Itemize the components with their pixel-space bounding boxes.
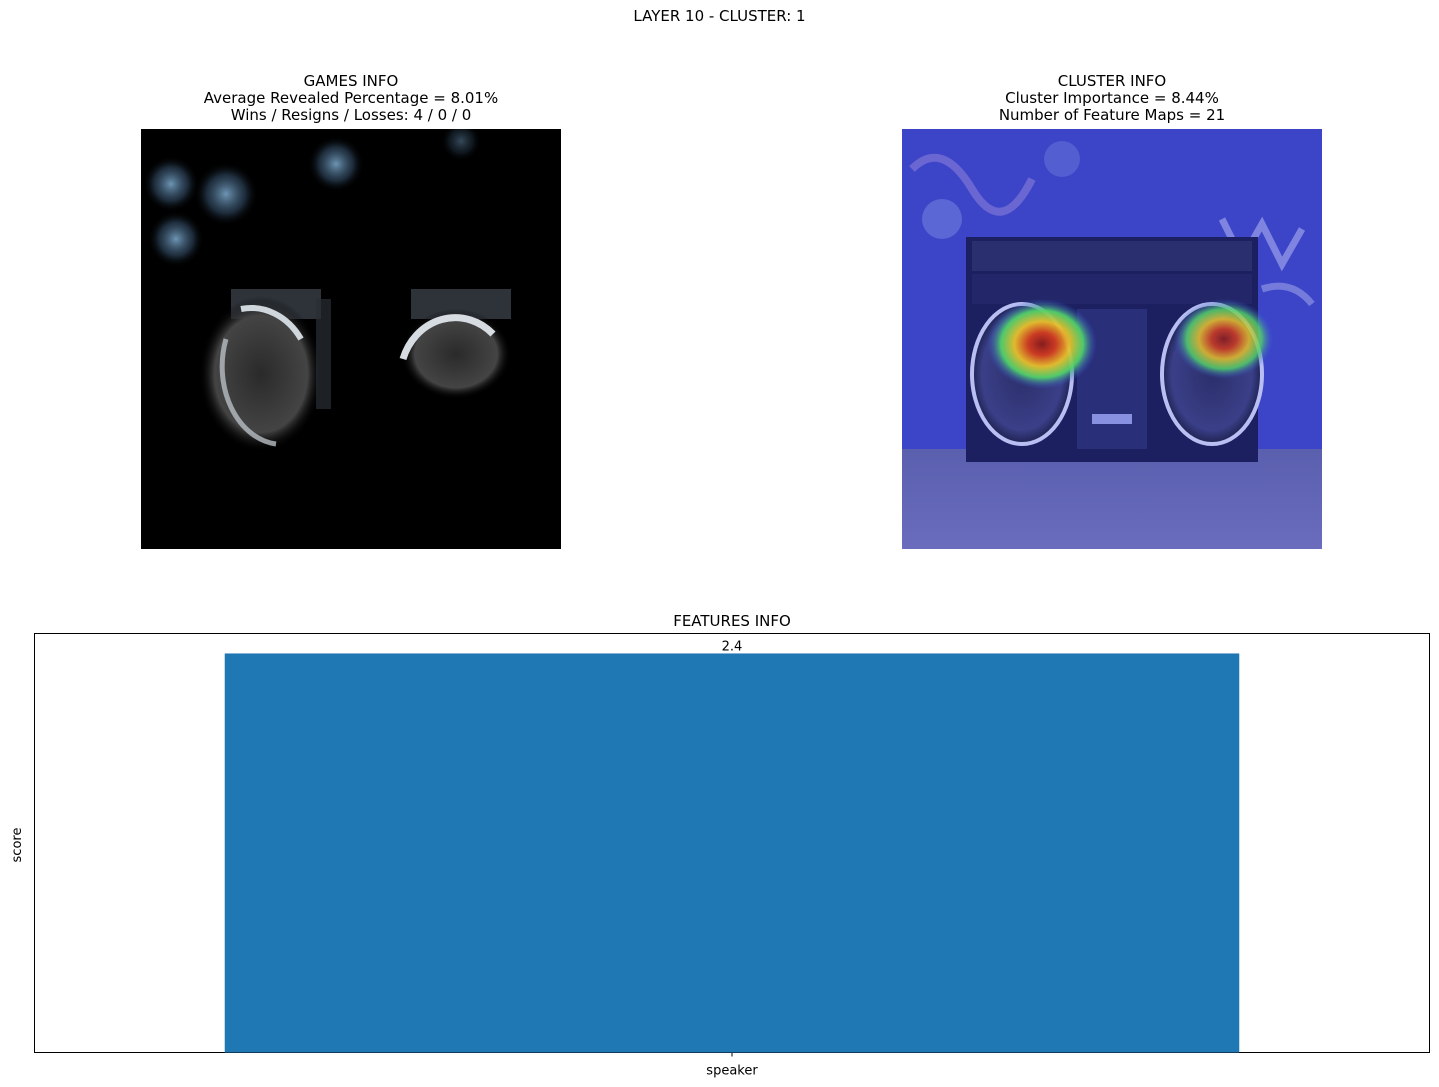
features-bar-chart: 2.4 speaker score: [10, 633, 1430, 1079]
bar-value-label: 2.4: [722, 639, 743, 654]
bar-speaker: [224, 653, 1240, 1053]
y-axis-label: score: [10, 828, 25, 863]
x-tick-label-speaker: speaker: [706, 1064, 758, 1079]
